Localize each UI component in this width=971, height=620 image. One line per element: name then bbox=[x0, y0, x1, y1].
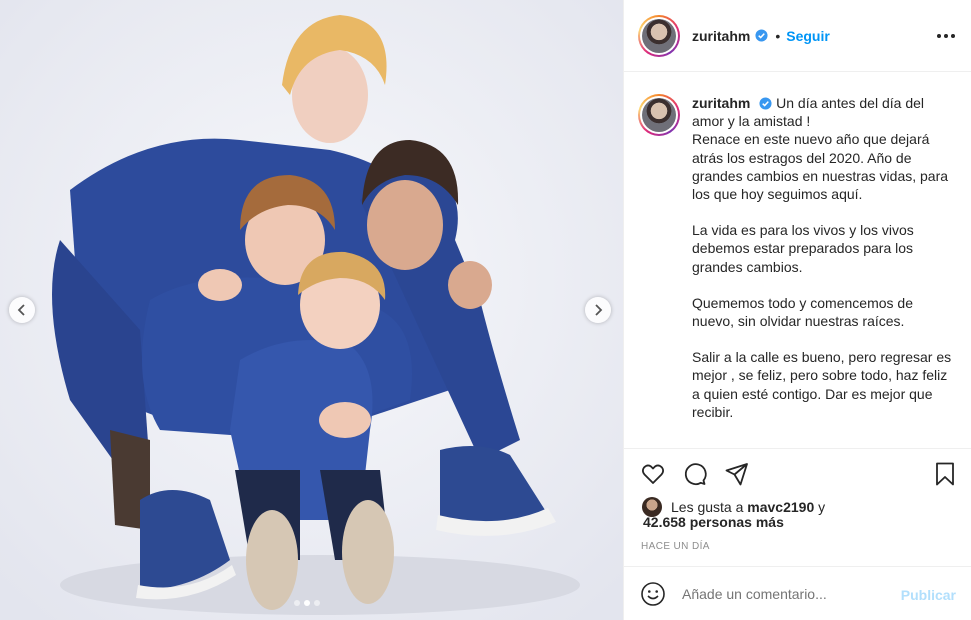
header-separator: • bbox=[775, 27, 781, 44]
post-timestamp[interactable]: HACE UN DÍA bbox=[641, 541, 710, 552]
caption-section: zuritahm Un día antes del día del amor y… bbox=[624, 72, 971, 448]
likes-joiner: y bbox=[818, 499, 826, 515]
avatar-image bbox=[642, 98, 676, 132]
verified-badge-icon bbox=[759, 97, 772, 110]
bookmark-icon[interactable] bbox=[932, 461, 958, 487]
carousel-indicator bbox=[294, 600, 320, 606]
action-bar bbox=[624, 448, 971, 500]
caption-paragraph: Salir a la calle es bueno, pero regresar… bbox=[692, 349, 952, 420]
chevron-right-icon bbox=[595, 304, 603, 316]
caption-paragraph: Quememos todo y comencemos de nuevo, sin… bbox=[692, 294, 913, 330]
chevron-left-icon bbox=[17, 304, 25, 316]
next-image-button[interactable] bbox=[585, 297, 611, 323]
family-photo bbox=[0, 0, 623, 620]
carousel-dot bbox=[314, 600, 320, 606]
previous-image-button[interactable] bbox=[9, 297, 35, 323]
carousel-dot-active bbox=[304, 600, 310, 606]
caption-author-avatar[interactable] bbox=[638, 94, 680, 136]
avatar-image bbox=[642, 18, 676, 53]
likes-count[interactable]: 42.658 personas más bbox=[643, 514, 784, 530]
caption-paragraph: La vida es para los vivos y los vivos de… bbox=[692, 222, 914, 275]
comment-input[interactable] bbox=[682, 585, 892, 602]
more-icon bbox=[937, 34, 941, 38]
share-icon[interactable] bbox=[724, 461, 750, 487]
post-header: zuritahm • Seguir bbox=[624, 0, 971, 72]
caption-text: zuritahm Un día antes del día del amor y… bbox=[692, 94, 958, 421]
comment-bar: Publicar bbox=[624, 566, 971, 620]
publish-button[interactable]: Publicar bbox=[901, 587, 956, 603]
caption-paragraph: Renace en este nuevo año que dejará atrá… bbox=[692, 131, 949, 203]
carousel-dot bbox=[294, 600, 300, 606]
post-media[interactable] bbox=[0, 0, 623, 620]
follow-button[interactable]: Seguir bbox=[786, 28, 830, 44]
author-avatar[interactable] bbox=[638, 14, 680, 57]
more-options-button[interactable] bbox=[934, 26, 958, 46]
likes-prefix: Les gusta a bbox=[671, 499, 744, 515]
post-side-panel: zuritahm • Seguir zuritahm Un día antes … bbox=[623, 0, 971, 620]
liker-username[interactable]: mavc2190 bbox=[747, 499, 814, 515]
caption-username[interactable]: zuritahm bbox=[692, 95, 750, 111]
emoji-icon[interactable] bbox=[640, 581, 666, 607]
heart-icon[interactable] bbox=[640, 461, 666, 487]
verified-badge-icon bbox=[755, 29, 768, 42]
author-username[interactable]: zuritahm bbox=[692, 28, 750, 44]
comment-icon[interactable] bbox=[682, 461, 708, 487]
